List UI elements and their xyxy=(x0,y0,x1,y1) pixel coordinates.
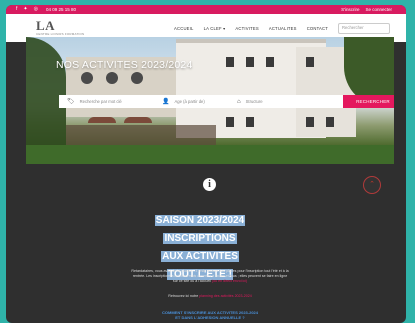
keyword-placeholder: Recherche par mot clé xyxy=(79,99,122,104)
lawn xyxy=(26,145,394,164)
nav-item-contact[interactable]: CONTACT xyxy=(307,26,328,31)
terrace xyxy=(66,125,216,147)
hero-title: NOS ACTIVITES 2023/2024 xyxy=(56,59,193,71)
round-window xyxy=(106,72,118,84)
scroll-up-button[interactable]: ⌃ xyxy=(363,176,381,194)
nav-item-la-clef[interactable]: LA CLEF ▾ xyxy=(204,26,226,31)
age-placeholder: Age (à partir de) xyxy=(174,99,205,104)
tree-left xyxy=(26,37,66,147)
facebook-icon[interactable]: f xyxy=(16,6,17,13)
window xyxy=(226,117,234,127)
how-to-register-link[interactable]: COMMENT S'INSCRIRE AUX ACTIVITES 2023-20… xyxy=(120,310,300,320)
headline-line: SAISON 2023/2024 xyxy=(154,215,246,226)
social-links: f ✦ ◎ 04 09 25 15 80 xyxy=(16,6,76,13)
headline-line: AUX ACTIVITES xyxy=(161,251,239,262)
login-link[interactable]: Se connecter xyxy=(365,6,392,13)
account-links: S'inscrire Se connecter xyxy=(341,6,392,13)
intro-paragraph: Retardataires, vous avez de la chance ! … xyxy=(130,269,290,284)
window xyxy=(226,57,234,67)
window xyxy=(246,117,254,127)
hero-banner: NOS ACTIVITES 2023/2024 🏷 Recherche par … xyxy=(26,37,394,164)
search-button[interactable]: RECHERCHER xyxy=(343,95,394,108)
umbrella xyxy=(88,117,116,123)
intro-link[interactable]: (ou en direct envoi ici) xyxy=(212,279,247,283)
cta-line-2: ET DANS L'ADHESION ANNUELLE ? xyxy=(175,315,245,320)
twitter-icon[interactable]: ✦ xyxy=(23,6,27,13)
nav-item-accueil[interactable]: ACCUEIL xyxy=(174,26,194,31)
header-search-input[interactable]: Rechercher xyxy=(338,23,390,34)
window xyxy=(246,57,254,67)
umbrella xyxy=(124,117,152,123)
planning-link[interactable]: planning des activités 2023-2024 xyxy=(199,294,252,298)
phone-number[interactable]: 04 09 25 15 80 xyxy=(46,6,76,13)
planning-text: Retrouvez ici notre xyxy=(168,294,199,298)
tag-icon: 🏷 xyxy=(67,99,75,105)
main-nav: ACCUEIL LA CLEF ▾ ACTIVITES ACTUALITES C… xyxy=(174,26,328,31)
window xyxy=(306,57,314,67)
top-bar: f ✦ ◎ 04 09 25 15 80 S'inscrire Se conne… xyxy=(6,5,406,14)
headline-line: INSCRIPTIONS xyxy=(163,233,237,244)
logo-tagline: CENTRE LOISIRS FORMATION xyxy=(36,32,85,36)
info-icon: i xyxy=(203,178,216,191)
planning-paragraph: Retrouvez ici notre planning des activit… xyxy=(130,294,290,298)
age-field[interactable]: 👤 Age (à partir de) xyxy=(162,95,205,108)
nav-item-actualites[interactable]: ACTUALITES xyxy=(269,26,297,31)
instagram-icon[interactable]: ◎ xyxy=(34,6,38,13)
home-icon: ⌂ xyxy=(237,98,241,105)
window xyxy=(326,117,334,127)
keyword-field[interactable]: 🏷 Recherche par mot clé xyxy=(67,95,122,108)
round-window xyxy=(81,72,93,84)
window xyxy=(266,57,274,67)
site-logo[interactable]: LA CLEF CENTRE LOISIRS FORMATION xyxy=(36,18,92,49)
activity-search-bar: 🏷 Recherche par mot clé 👤 Age (à partir … xyxy=(59,95,394,108)
structure-field[interactable]: ⌂ Structure xyxy=(237,95,263,108)
signup-link[interactable]: S'inscrire xyxy=(341,6,359,13)
search-placeholder: Rechercher xyxy=(342,25,364,30)
window xyxy=(306,117,314,127)
structure-placeholder: Structure xyxy=(245,99,263,104)
nav-item-activites[interactable]: ACTIVITES xyxy=(235,26,258,31)
round-window xyxy=(131,72,143,84)
person-icon: 👤 xyxy=(162,99,170,105)
intro-text: Retardataires, vous avez de la chance ! … xyxy=(131,269,289,283)
